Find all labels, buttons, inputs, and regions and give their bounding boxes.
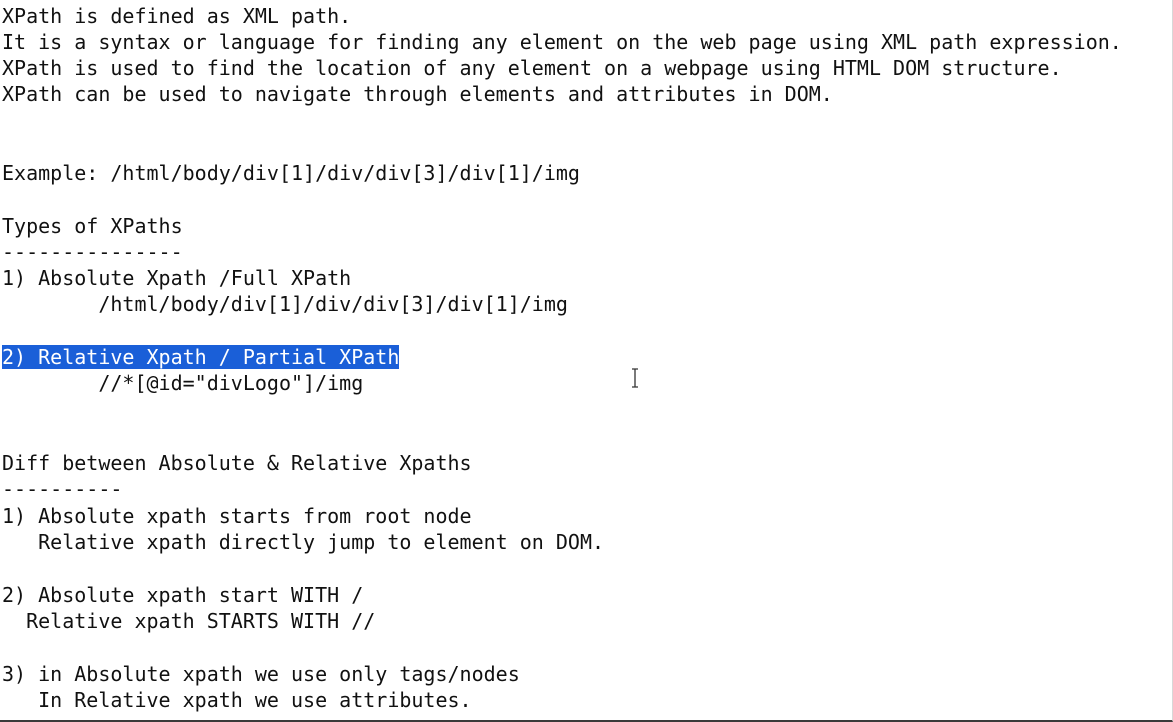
line-diff-3b: In Relative xpath we use attributes. (2, 688, 472, 712)
line-4: XPath can be used to navigate through el… (2, 82, 833, 106)
selected-text[interactable]: 2) Relative Xpath / Partial XPath (2, 345, 400, 369)
line-example: Example: /html/body/div[1]/div/div[3]/di… (2, 161, 580, 185)
line-relative-xpath: 2) Relative Xpath / Partial XPath (2, 345, 400, 369)
line-relative-example: //*[@id="divLogo"]/img (2, 371, 364, 395)
line-diff-3a: 3) in Absolute xpath we use only tags/no… (2, 662, 520, 686)
line-absolute-xpath: 1) Absolute Xpath /Full XPath (2, 266, 352, 290)
line-diff-1a: 1) Absolute xpath starts from root node (2, 504, 472, 528)
line-1: XPath is defined as XML path. (2, 4, 352, 28)
text-editor[interactable]: XPath is defined as XML path. It is a sy… (0, 0, 1173, 722)
text-cursor-icon (632, 368, 638, 388)
line-3: XPath is used to find the location of an… (2, 56, 1062, 80)
line-2: It is a syntax or language for finding a… (2, 30, 1122, 54)
line-diff-underline: ---------- (2, 477, 123, 501)
line-types-underline: --------------- (2, 240, 183, 264)
line-diff-1b: Relative xpath directly jump to element … (2, 530, 605, 554)
line-diff-2b: Relative xpath STARTS WITH // (2, 609, 376, 633)
line-absolute-example: /html/body/div[1]/div/div[3]/div[1]/img (2, 292, 568, 316)
line-diff-heading: Diff between Absolute & Relative Xpaths (2, 451, 472, 475)
line-types-heading: Types of XPaths (2, 214, 183, 238)
line-diff-2a: 2) Absolute xpath start WITH / (2, 583, 364, 607)
